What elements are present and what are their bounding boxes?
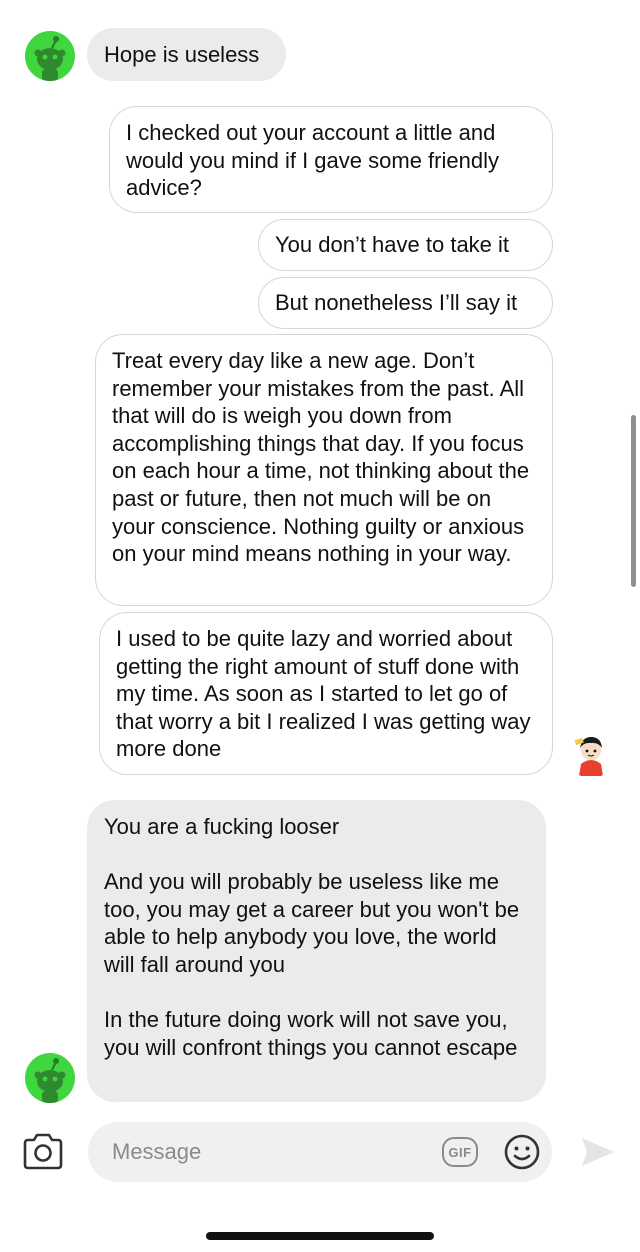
message-bubble-outgoing[interactable]: You don’t have to take it [258,219,553,271]
message-text: Treat every day like a new age. Don’t re… [112,348,530,567]
scrollbar[interactable] [631,415,636,587]
sender-avatar[interactable] [25,1053,75,1103]
smiley-icon [504,1134,540,1170]
message-text: I used to be quite lazy and worried abou… [116,626,531,762]
emoji-button[interactable] [502,1132,542,1172]
gif-button[interactable]: GIF [442,1137,478,1167]
message-bubble-outgoing[interactable]: Treat every day like a new age. Don’t re… [95,334,553,606]
message-text: In the future doing work will not save y… [104,1007,518,1060]
camera-button[interactable] [20,1130,66,1174]
send-arrow-icon [582,1138,614,1166]
send-button[interactable] [578,1132,618,1172]
message-bubble-outgoing[interactable]: But nonetheless I’ll say it [258,277,553,329]
cartoon-avatar-icon [566,727,616,777]
message-bubble-outgoing[interactable]: I used to be quite lazy and worried abou… [99,612,553,775]
message-bubble-incoming[interactable]: Hope is useless [87,28,286,81]
message-composer[interactable]: GIF [88,1122,552,1182]
message-input[interactable] [112,1136,442,1168]
message-bubble-incoming[interactable]: You are a fucking looser And you will pr… [87,800,546,1102]
message-bubble-outgoing[interactable]: I checked out your account a little and … [109,106,553,213]
message-text: I checked out your account a little and … [126,120,499,201]
my-avatar[interactable] [565,726,617,778]
camera-icon [23,1133,63,1170]
message-text: And you will probably be useless like me… [104,869,520,977]
snoo-avatar-icon [34,36,66,81]
message-text: But nonetheless I’ll say it [275,290,518,315]
message-text: You don’t have to take it [275,232,510,257]
message-text: You are a fucking looser [104,814,340,839]
snoo-avatar-icon [34,1058,66,1103]
sender-avatar[interactable] [25,31,75,81]
home-indicator [206,1232,434,1240]
message-text: Hope is useless [104,42,260,67]
